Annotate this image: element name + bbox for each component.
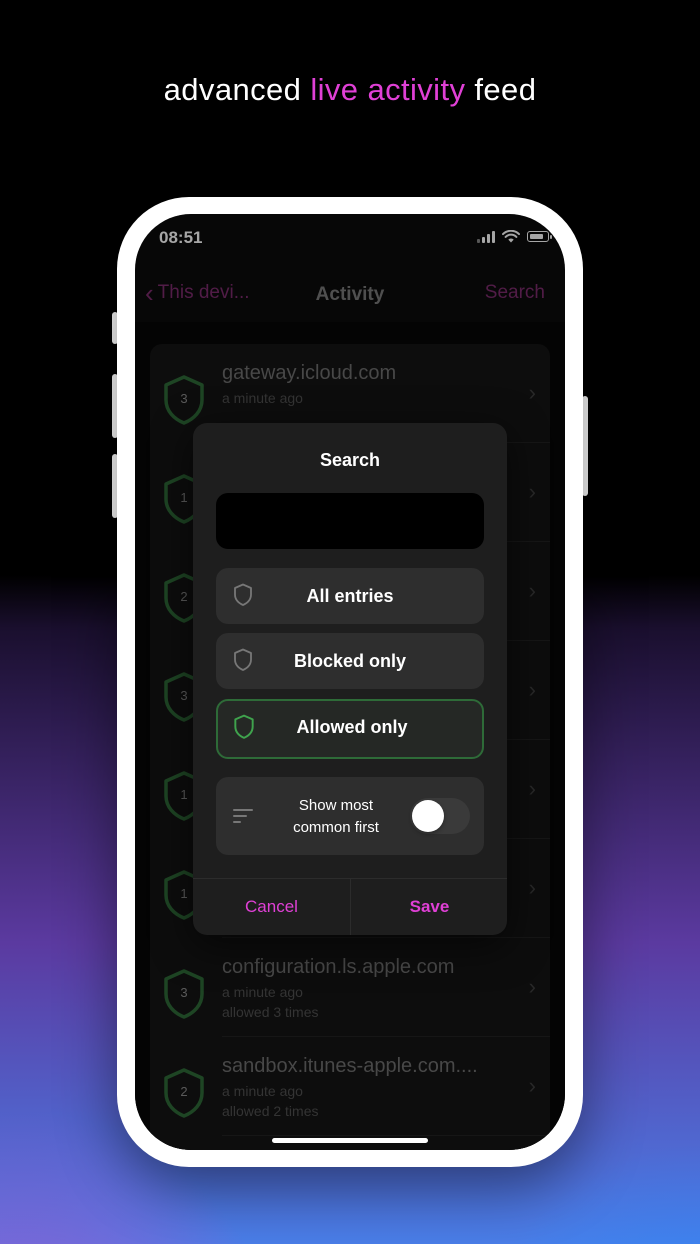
save-button[interactable]: Save bbox=[350, 879, 507, 935]
headline: advanced live activity feed bbox=[0, 72, 700, 108]
common-first-switch[interactable] bbox=[410, 798, 470, 834]
option-label: All entries bbox=[306, 586, 394, 606]
headline-accent: live activity bbox=[310, 72, 466, 107]
toggle-label-line2: common first bbox=[293, 819, 379, 836]
cancel-button[interactable]: Cancel bbox=[193, 879, 350, 935]
home-indicator[interactable] bbox=[272, 1138, 428, 1143]
option-label: Blocked only bbox=[293, 651, 407, 671]
search-dialog: Search All entries Blocked only Allowed … bbox=[193, 423, 507, 935]
option-all-entries[interactable]: All entries bbox=[216, 568, 484, 624]
dialog-title: Search bbox=[319, 450, 381, 470]
toggle-label-line1: Show most bbox=[298, 797, 374, 814]
option-label: Allowed only bbox=[296, 717, 408, 737]
dialog-actions: Cancel Save bbox=[193, 878, 507, 935]
option-allowed-only[interactable]: Allowed only bbox=[216, 699, 484, 759]
toggle-label: Show most common first bbox=[276, 795, 396, 839]
sort-toggle-row: Show most common first bbox=[216, 777, 484, 855]
sort-lines-icon bbox=[233, 809, 253, 827]
phone-screen: 08:51 ‹ This devi... Activity Search 3 g bbox=[135, 214, 565, 1150]
switch-knob bbox=[412, 800, 444, 832]
headline-suffix: feed bbox=[465, 72, 537, 107]
search-input[interactable] bbox=[216, 493, 484, 549]
headline-prefix: advanced bbox=[163, 72, 311, 107]
option-blocked-only[interactable]: Blocked only bbox=[216, 633, 484, 689]
